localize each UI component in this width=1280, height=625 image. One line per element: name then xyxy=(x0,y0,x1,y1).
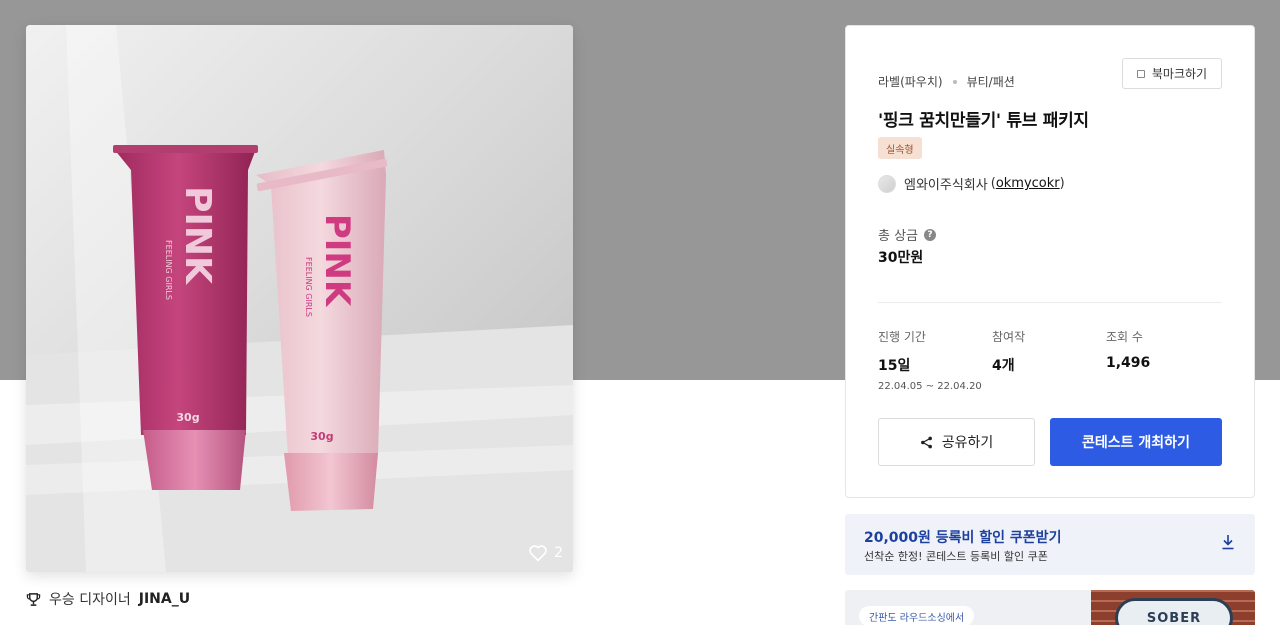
period-label: 진행 기간 xyxy=(878,330,926,344)
bookmark-icon xyxy=(1136,69,1145,78)
download-icon[interactable] xyxy=(1221,534,1235,550)
divider xyxy=(878,302,1222,303)
winner-row: 우승 디자이너 JINA_U xyxy=(26,589,190,609)
contest-info-card: 라벨(파우치) 뷰티/패션 북마크하기 '핑크 꿈치만들기' 튜브 패키지 실속… xyxy=(845,25,1255,498)
svg-text:FEELING GIRLS: FEELING GIRLS xyxy=(164,240,173,300)
heart-icon xyxy=(529,545,547,562)
breadcrumb-separator xyxy=(952,79,957,84)
svg-text:FEELING GIRLS: FEELING GIRLS xyxy=(304,257,313,317)
stat-entries: 참여작 4개 xyxy=(992,328,1025,375)
like-count: 2 xyxy=(554,545,563,561)
entries-value: 4개 xyxy=(992,358,1015,374)
like-button[interactable]: 2 xyxy=(528,544,563,562)
host-name: 엠와이주식회사 xyxy=(904,178,988,193)
svg-text:30g: 30g xyxy=(176,411,199,424)
host-handle-wrap: (okmycokr) xyxy=(990,176,1065,191)
bookmark-button[interactable]: 북마크하기 xyxy=(1122,58,1222,89)
winner-name[interactable]: JINA_U xyxy=(139,591,190,607)
plan-badge: 실속형 xyxy=(878,137,922,159)
host-handle[interactable]: okmycokr xyxy=(996,176,1060,191)
svg-text:30g: 30g xyxy=(310,430,333,443)
host-info[interactable]: 엠와이주식회사 (okmycokr) xyxy=(878,174,1065,193)
prize-label: 총 상금 xyxy=(878,229,919,244)
prize-label-row: 총 상금 ? xyxy=(878,225,937,244)
banner-sign: SOBER xyxy=(1115,598,1233,625)
period-dates: 22.04.05 ~ 22.04.20 xyxy=(878,381,982,392)
share-label: 공유하기 xyxy=(941,435,994,451)
entries-label: 참여작 xyxy=(992,330,1026,344)
svg-text:PINK: PINK xyxy=(177,186,218,285)
stat-period: 진행 기간 15일 22.04.05 ~ 22.04.20 xyxy=(878,328,982,392)
stat-views: 조회 수 1,496 xyxy=(1106,328,1150,371)
winner-label: 우승 디자이너 xyxy=(49,592,131,608)
svg-text:PINK: PINK xyxy=(317,214,357,308)
coupon-title: 20,000원 등록비 할인 쿠폰받기 xyxy=(864,530,1062,546)
views-value: 1,496 xyxy=(1106,355,1151,371)
period-value: 15일 xyxy=(878,358,911,374)
share-icon xyxy=(920,436,932,448)
prize-value: 30만원 xyxy=(878,250,924,266)
contest-title: '핑크 꿈치만들기' 튜브 패키지 xyxy=(878,111,1089,131)
product-photo: PINK FEELING GIRLS 30g PINK FEELING GIRL… xyxy=(26,25,573,572)
signage-promo-banner[interactable]: 간판도 라우드소싱에서 SOBER xyxy=(845,590,1255,625)
product-image[interactable]: PINK FEELING GIRLS 30g PINK FEELING GIRL… xyxy=(26,25,573,572)
trophy-icon xyxy=(26,592,41,606)
host-avatar xyxy=(878,174,896,193)
coupon-subtitle: 선착순 한정! 콘테스트 등록비 할인 쿠폰 xyxy=(864,550,1048,563)
bookmark-label: 북마크하기 xyxy=(1151,67,1208,81)
share-button[interactable]: 공유하기 xyxy=(878,418,1035,466)
coupon-banner[interactable]: 20,000원 등록비 할인 쿠폰받기 선착순 한정! 콘테스트 등록비 할인 … xyxy=(845,514,1255,575)
views-label: 조회 수 xyxy=(1106,330,1143,344)
subcategory-label[interactable]: 뷰티/패션 xyxy=(967,73,1015,90)
category-label[interactable]: 라벨(파우치) xyxy=(878,73,943,90)
breadcrumb: 라벨(파우치) 뷰티/패션 xyxy=(878,73,1015,90)
banner-pill: 간판도 라우드소싱에서 xyxy=(859,606,975,625)
help-icon[interactable]: ? xyxy=(924,228,937,241)
host-contest-button[interactable]: 콘테스트 개최하기 xyxy=(1050,418,1222,466)
